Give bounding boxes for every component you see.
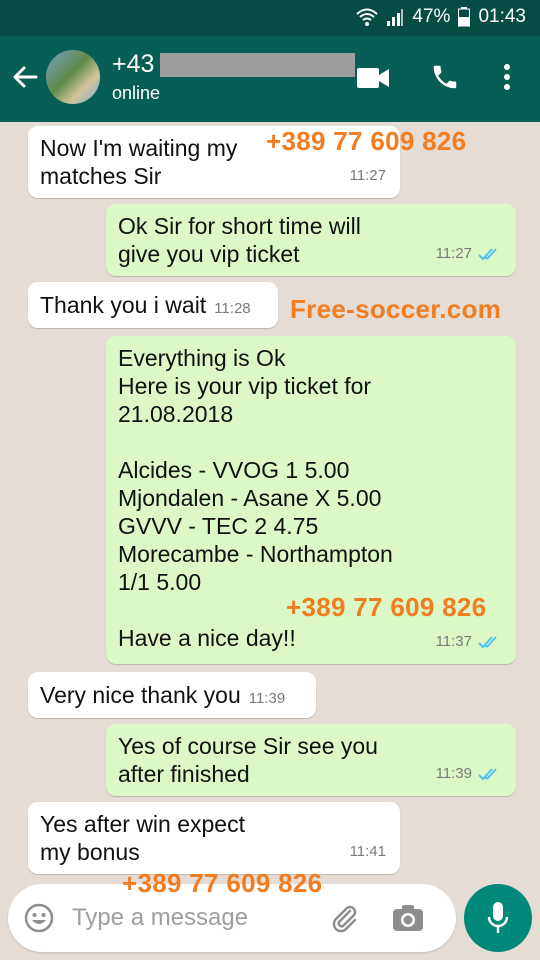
paperclip-icon[interactable]: [328, 902, 360, 934]
contact-info[interactable]: +43 online: [112, 50, 356, 104]
message-time: 11:28: [214, 300, 251, 317]
message-outgoing[interactable]: Ok Sir for short time will give you vip …: [106, 204, 516, 276]
read-ticks-icon: [478, 768, 497, 781]
message-time: 11:41: [349, 843, 386, 860]
message-incoming[interactable]: Yes after win expect my bonus 11:41: [28, 802, 400, 874]
battery-percent: 47%: [412, 6, 451, 27]
battery-icon: [458, 7, 471, 27]
clock: 01:43: [478, 6, 526, 27]
site-watermark: Free-soccer.com: [290, 294, 502, 324]
phone-icon[interactable]: [430, 62, 460, 92]
message-outgoing[interactable]: Yes of course Sir see you after finished…: [106, 724, 516, 796]
redacted-number: [160, 52, 356, 77]
emoji-icon[interactable]: [24, 903, 54, 933]
message-input[interactable]: Type a message: [72, 904, 248, 932]
chat-header: +43 online: [0, 36, 540, 122]
phone-watermark: +389 77 609 826: [286, 592, 487, 622]
phone-watermark: +389 77 609 826: [266, 126, 467, 156]
message-time: 11:27: [435, 245, 472, 262]
more-vert-icon[interactable]: [500, 62, 514, 92]
message-time: 11:27: [349, 167, 386, 184]
status-bar: 47% 01:43: [0, 0, 540, 36]
contact-status: online: [112, 83, 161, 103]
message-text: Thank you i wait: [40, 292, 207, 318]
message-incoming[interactable]: Very nice thank you 11:39: [28, 672, 316, 718]
signal-icon: [387, 9, 404, 26]
mic-icon: [487, 902, 509, 933]
arrow-left-icon[interactable]: [10, 62, 40, 92]
mic-button[interactable]: [464, 884, 532, 952]
camera-icon[interactable]: [392, 904, 424, 932]
read-ticks-icon: [478, 636, 497, 649]
wifi-icon: [356, 8, 379, 26]
contact-name: +43: [112, 50, 155, 78]
message-time: 11:39: [248, 690, 286, 707]
message-incoming[interactable]: Thank you i wait 11:28: [28, 282, 278, 328]
message-time: 11:37: [435, 633, 472, 650]
chat-area[interactable]: Now I'm waiting my matches Sir 11:27 Ok …: [0, 122, 540, 882]
phone-watermark: +389 77 609 826: [122, 868, 323, 898]
read-ticks-icon: [478, 248, 497, 261]
message-time: 11:39: [435, 765, 472, 782]
avatar[interactable]: [46, 50, 100, 104]
message-text: Very nice thank you: [40, 682, 241, 708]
videocam-icon[interactable]: [356, 66, 390, 90]
message-text: Yes after win expect my bonus: [40, 811, 245, 865]
